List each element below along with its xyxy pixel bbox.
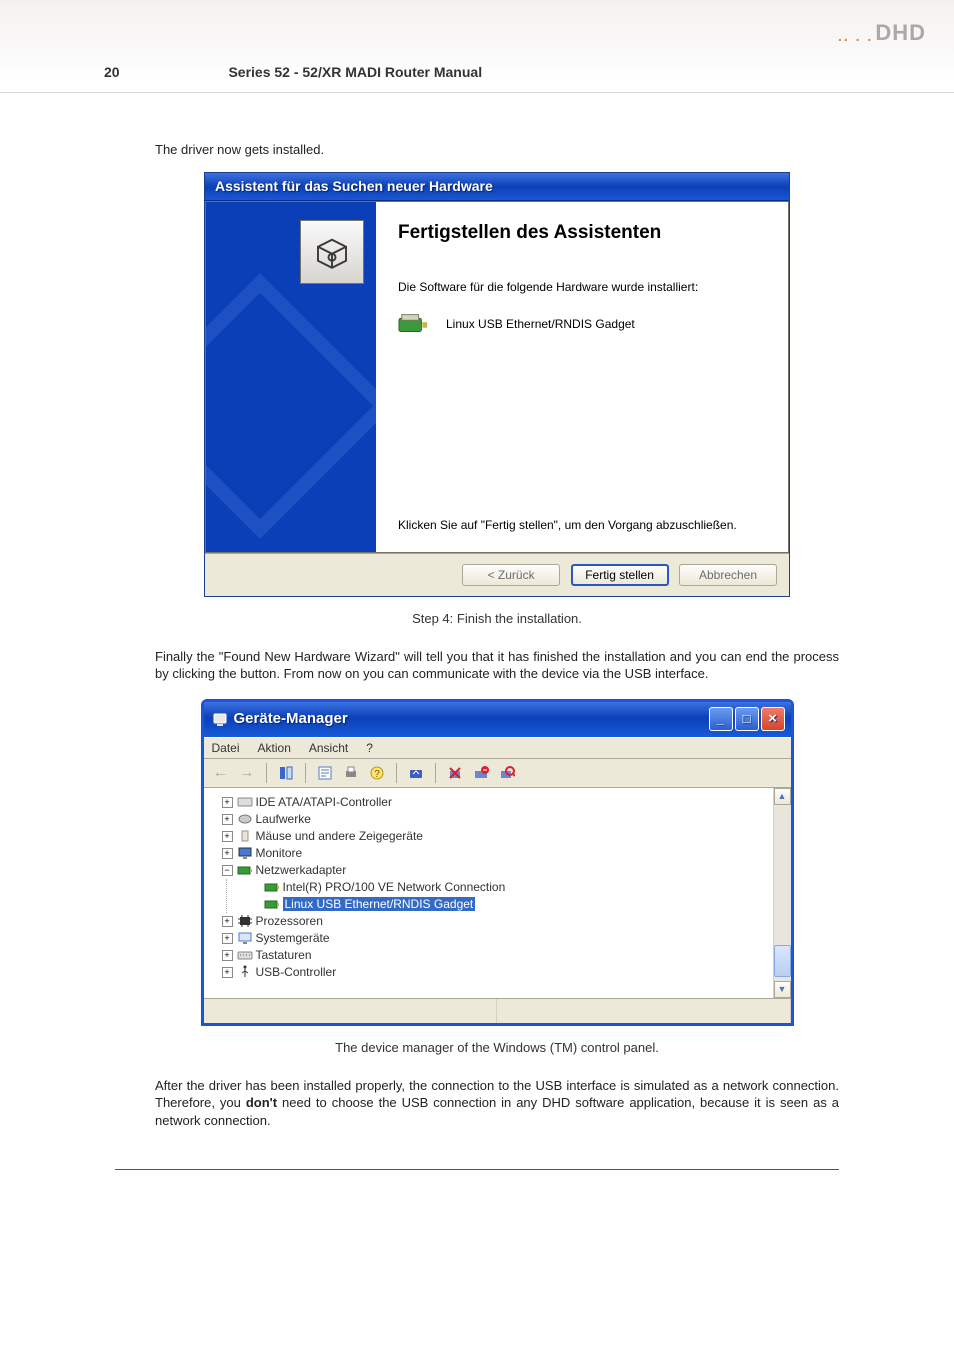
usb-controller-icon — [237, 965, 253, 979]
tree-monitore[interactable]: Monitore — [256, 846, 303, 860]
menu-help[interactable]: ? — [366, 741, 373, 755]
monitor-icon — [237, 846, 253, 860]
tree-rndis-gadget[interactable]: Linux USB Ethernet/RNDIS Gadget — [283, 897, 476, 911]
svg-text:?: ? — [374, 769, 380, 780]
page-number: 20 — [0, 64, 224, 80]
scan-hardware-icon[interactable] — [496, 762, 518, 784]
device-manager-window: Geräte-Manager _ □ × Datei Aktion Ansich… — [201, 699, 794, 1026]
back-icon[interactable]: ← — [210, 762, 232, 784]
device-manager-icon — [212, 711, 228, 727]
wizard-titlebar: Assistent für das Suchen neuer Hardware — [205, 173, 789, 201]
hardware-box-icon — [300, 220, 364, 284]
tree-prozessoren[interactable]: Prozessoren — [256, 914, 323, 928]
caption-step4: Step 4: Finish the installation. — [155, 611, 839, 626]
minimize-button[interactable]: _ — [709, 707, 733, 731]
scroll-thumb[interactable] — [774, 945, 791, 977]
forward-icon[interactable]: → — [236, 762, 258, 784]
mid-paragraph: Finally the "Found New Hardware Wizard" … — [155, 648, 839, 683]
mouse-icon — [237, 829, 253, 843]
menu-aktion[interactable]: Aktion — [258, 741, 291, 755]
tree-systemgeraete[interactable]: Systemgeräte — [256, 931, 330, 945]
ide-controller-icon — [237, 795, 253, 809]
properties-icon[interactable] — [314, 762, 336, 784]
brand-logo: .. . .DHD — [838, 20, 926, 46]
wizard-instruction: Klicken Sie auf "Fertig stellen", um den… — [398, 368, 768, 540]
tree-netzwerk[interactable]: Netzwerkadapter — [256, 863, 347, 877]
brand-dots-icon: .. . . — [838, 28, 873, 44]
drive-icon — [237, 812, 253, 826]
header-title: Series 52 - 52/XR MADI Router Manual — [228, 64, 482, 80]
cancel-button[interactable]: Abbrechen — [679, 564, 777, 586]
footer-rule — [115, 1169, 839, 1170]
uninstall-icon[interactable] — [444, 762, 466, 784]
processor-icon — [237, 914, 253, 928]
scroll-up-icon[interactable]: ▲ — [774, 788, 791, 805]
caption-device-manager: The device manager of the Windows (TM) c… — [155, 1040, 839, 1055]
help-icon[interactable]: ? — [366, 762, 388, 784]
device-manager-title: Geräte-Manager — [234, 710, 709, 727]
wizard-heading: Fertigstellen des Assistenten — [398, 222, 768, 244]
menu-bar: Datei Aktion Ansicht ? — [204, 737, 791, 759]
maximize-button[interactable]: □ — [735, 707, 759, 731]
close-button[interactable]: × — [761, 707, 785, 731]
end-paragraph: After the driver has been installed prop… — [155, 1077, 839, 1130]
tree-mouse[interactable]: Mäuse und andere Zeigegeräte — [256, 829, 423, 843]
disable-icon[interactable] — [470, 762, 492, 784]
wizard-subtext: Die Software für die folgende Hardware w… — [398, 280, 768, 294]
status-bar — [204, 998, 791, 1023]
toolbar: ← → ? — [204, 759, 791, 788]
network-adapter-icon — [398, 312, 428, 336]
wizard-dialog: Assistent für das Suchen neuer Hardware … — [204, 172, 790, 597]
device-tree[interactable]: +IDE ATA/ATAPI-Controller +Laufwerke +Mä… — [204, 788, 773, 998]
tree-laufwerke[interactable]: Laufwerke — [256, 812, 311, 826]
tree-usb-controller[interactable]: USB-Controller — [256, 965, 337, 979]
update-driver-icon[interactable] — [405, 762, 427, 784]
finish-button[interactable]: Fertig stellen — [571, 564, 669, 586]
network-card-icon — [264, 897, 280, 911]
scrollbar[interactable]: ▲ ▼ — [773, 788, 791, 998]
show-hide-tree-icon[interactable] — [275, 762, 297, 784]
tree-ide-controller[interactable]: IDE ATA/ATAPI-Controller — [256, 795, 392, 809]
wizard-side-panel — [206, 202, 376, 552]
keyboard-icon — [237, 948, 253, 962]
menu-ansicht[interactable]: Ansicht — [309, 741, 348, 755]
tree-intel-nic[interactable]: Intel(R) PRO/100 VE Network Connection — [283, 880, 506, 894]
menu-datei[interactable]: Datei — [212, 741, 240, 755]
tree-tastaturen[interactable]: Tastaturen — [256, 948, 312, 962]
network-card-icon — [264, 880, 280, 894]
system-devices-icon — [237, 931, 253, 945]
back-button[interactable]: < Zurück — [462, 564, 560, 586]
print-icon[interactable] — [340, 762, 362, 784]
scroll-down-icon[interactable]: ▼ — [774, 981, 791, 998]
intro-text: The driver now gets installed. — [155, 141, 839, 159]
wizard-device-name: Linux USB Ethernet/RNDIS Gadget — [446, 317, 635, 331]
network-adapters-icon — [237, 863, 253, 877]
